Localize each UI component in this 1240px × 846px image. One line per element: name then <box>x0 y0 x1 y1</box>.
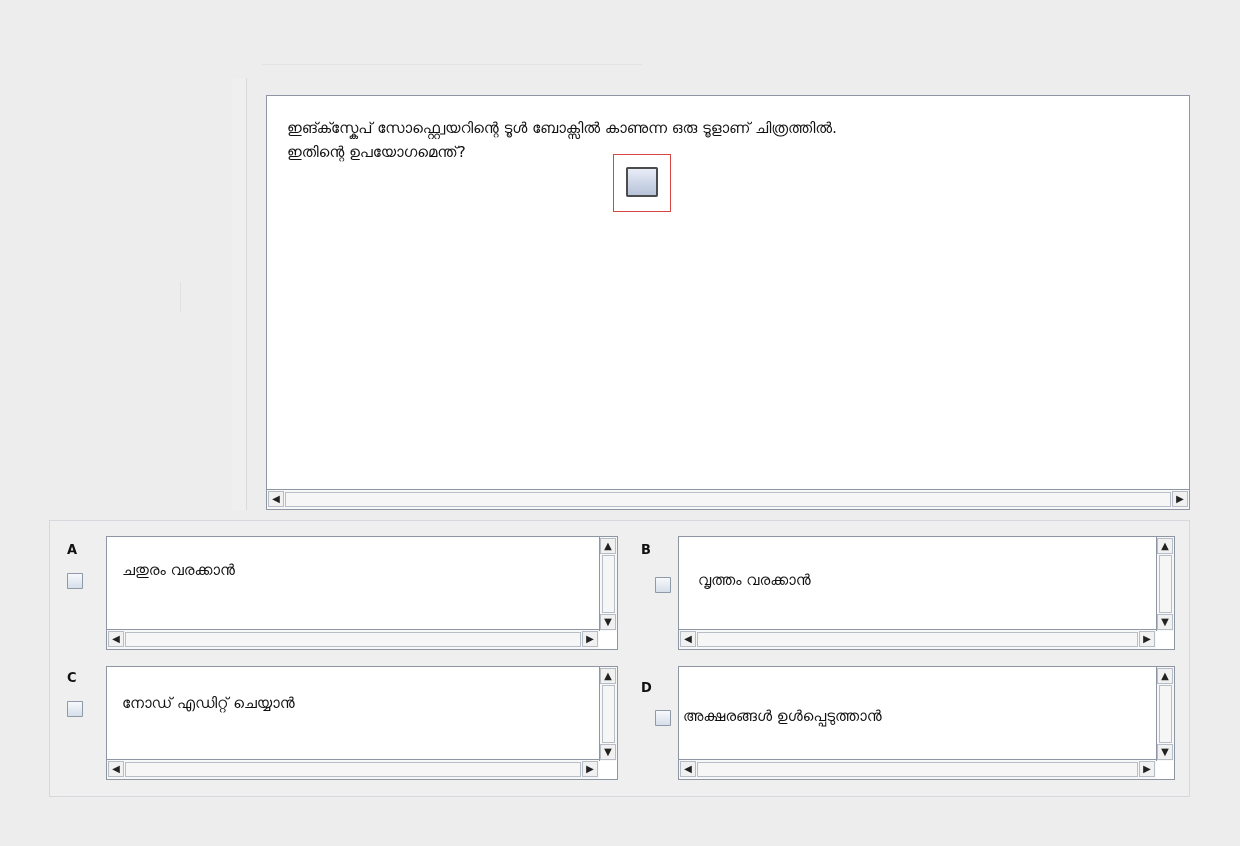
scroll-track[interactable] <box>125 632 581 647</box>
scroll-track[interactable] <box>697 762 1138 777</box>
rectangle-tool-icon <box>613 154 671 212</box>
scroll-up-icon[interactable]: ▲ <box>600 668 616 684</box>
scroll-track[interactable] <box>125 762 581 777</box>
option-c-text: നോഡ് എഡിറ്റ് ചെയ്യാന്‍ <box>122 694 295 712</box>
rectangle-shape-icon <box>626 167 658 197</box>
question-line-2: ഇതിന്റെ ഉപയോഗമെന്ത്? <box>287 143 466 161</box>
scroll-right-icon[interactable]: ▶ <box>582 631 598 647</box>
scroll-left-icon[interactable]: ◀ <box>108 631 124 647</box>
scroll-up-icon[interactable]: ▲ <box>600 538 616 554</box>
ghost-mark <box>180 282 199 312</box>
option-d-vertical-scrollbar[interactable]: ▲ ▼ <box>1156 667 1174 761</box>
scroll-track[interactable] <box>1159 555 1172 613</box>
scroll-left-icon[interactable]: ◀ <box>268 491 284 507</box>
scroll-down-icon[interactable]: ▼ <box>600 614 616 630</box>
option-c-horizontal-scrollbar[interactable]: ◀ ▶ <box>107 759 599 779</box>
left-pane-ghost <box>232 78 247 510</box>
option-b-checkbox[interactable] <box>655 577 671 593</box>
scroll-right-icon[interactable]: ▶ <box>1139 631 1155 647</box>
scroll-track[interactable] <box>602 555 615 613</box>
option-d-label: D <box>641 681 652 696</box>
scroll-track[interactable] <box>602 685 615 743</box>
scroll-down-icon[interactable]: ▼ <box>600 744 616 760</box>
option-a-box: ചതുരം വരക്കാന്‍ ▲ ▼ ◀ ▶ <box>106 536 618 650</box>
option-c-checkbox[interactable] <box>67 701 83 717</box>
scroll-track[interactable] <box>697 632 1138 647</box>
scroll-up-icon[interactable]: ▲ <box>1157 538 1173 554</box>
option-d-text: അക്ഷരങ്ങള്‍ ഉള്‍പ്പെടുത്താന്‍ <box>683 707 882 725</box>
option-b-text: വൃത്തം വരക്കാന്‍ <box>698 571 811 589</box>
scroll-right-icon[interactable]: ▶ <box>1172 491 1188 507</box>
option-b-label: B <box>641 543 651 558</box>
question-line-1: ഇങ്ക്സ്കേപ് സോഫ്റ്റ്വെയറിന്റെ ടൂള്‍ ബോക്… <box>287 119 837 137</box>
quiz-window: ഇങ്ക്സ്കേപ് സോഫ്റ്റ്വെയറിന്റെ ടൂള്‍ ബോക്… <box>0 0 1240 846</box>
question-panel: ഇങ്ക്സ്കേപ് സോഫ്റ്റ്വെയറിന്റെ ടൂള്‍ ബോക്… <box>266 95 1190 510</box>
top-ghost-line <box>262 64 642 65</box>
option-c-label: C <box>67 671 77 686</box>
option-a-text: ചതുരം വരക്കാന്‍ <box>122 561 235 579</box>
option-b-horizontal-scrollbar[interactable]: ◀ ▶ <box>679 629 1156 649</box>
scroll-left-icon[interactable]: ◀ <box>680 631 696 647</box>
option-a-horizontal-scrollbar[interactable]: ◀ ▶ <box>107 629 599 649</box>
option-b-box: വൃത്തം വരക്കാന്‍ ▲ ▼ ◀ ▶ <box>678 536 1175 650</box>
scroll-track[interactable] <box>1159 685 1172 743</box>
scroll-right-icon[interactable]: ▶ <box>582 761 598 777</box>
scroll-down-icon[interactable]: ▼ <box>1157 614 1173 630</box>
option-c-vertical-scrollbar[interactable]: ▲ ▼ <box>599 667 617 761</box>
option-b-vertical-scrollbar[interactable]: ▲ ▼ <box>1156 537 1174 631</box>
question-text: ഇങ്ക്സ്കേപ് സോഫ്റ്റ്വെയറിന്റെ ടൂള്‍ ബോക്… <box>287 116 837 164</box>
option-a-vertical-scrollbar[interactable]: ▲ ▼ <box>599 537 617 631</box>
option-a-label: A <box>67 543 78 558</box>
question-horizontal-scrollbar[interactable]: ◀ ▶ <box>267 489 1189 509</box>
option-a-checkbox[interactable] <box>67 573 83 589</box>
scroll-right-icon[interactable]: ▶ <box>1139 761 1155 777</box>
option-d-box: അക്ഷരങ്ങള്‍ ഉള്‍പ്പെടുത്താന്‍ ▲ ▼ ◀ ▶ <box>678 666 1175 780</box>
scroll-up-icon[interactable]: ▲ <box>1157 668 1173 684</box>
scroll-left-icon[interactable]: ◀ <box>108 761 124 777</box>
option-c-box: നോഡ് എഡിറ്റ് ചെയ്യാന്‍ ▲ ▼ ◀ ▶ <box>106 666 618 780</box>
scroll-left-icon[interactable]: ◀ <box>680 761 696 777</box>
scroll-track[interactable] <box>285 492 1171 507</box>
scroll-down-icon[interactable]: ▼ <box>1157 744 1173 760</box>
answers-area: A ചതുരം വരക്കാന്‍ ▲ ▼ ◀ ▶ B വൃത്തം വരക്ക… <box>49 520 1190 797</box>
option-d-horizontal-scrollbar[interactable]: ◀ ▶ <box>679 759 1156 779</box>
option-d-checkbox[interactable] <box>655 710 671 726</box>
